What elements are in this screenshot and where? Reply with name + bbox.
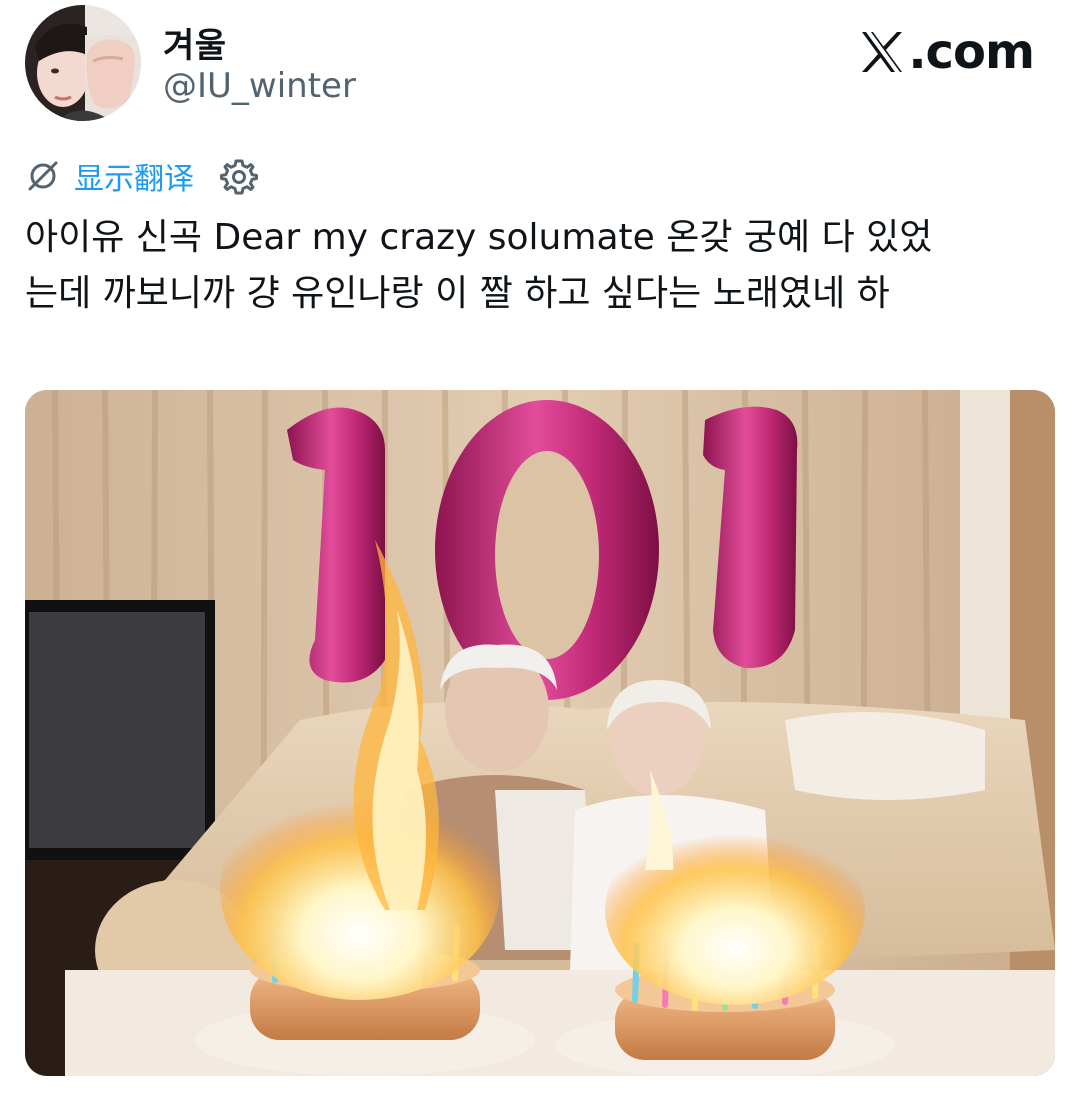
birthday-photo — [25, 390, 1055, 1076]
x-com-watermark: .com — [858, 24, 1035, 80]
author-display-name[interactable]: 겨울 — [163, 18, 227, 67]
show-translation-link[interactable]: 显示翻译 — [74, 154, 194, 198]
x-logo-icon — [858, 28, 906, 76]
brand-label: .com — [908, 24, 1035, 80]
gear-icon[interactable] — [220, 157, 258, 195]
tweet-card: 겨울 @IU_winter .com 显示翻译 아이유 신곡 Dear my c… — [0, 0, 1080, 1099]
tweet-text: 아이유 신곡 Dear my crazy solumate 온갖 궁예 다 있었… — [25, 217, 933, 314]
author-handle[interactable]: @IU_winter — [163, 66, 356, 106]
tweet-photo[interactable] — [25, 390, 1055, 1076]
no-translate-icon — [25, 158, 61, 194]
avatar[interactable] — [25, 5, 141, 121]
avatar-image — [25, 5, 141, 121]
translate-row: 显示翻译 — [25, 154, 258, 198]
